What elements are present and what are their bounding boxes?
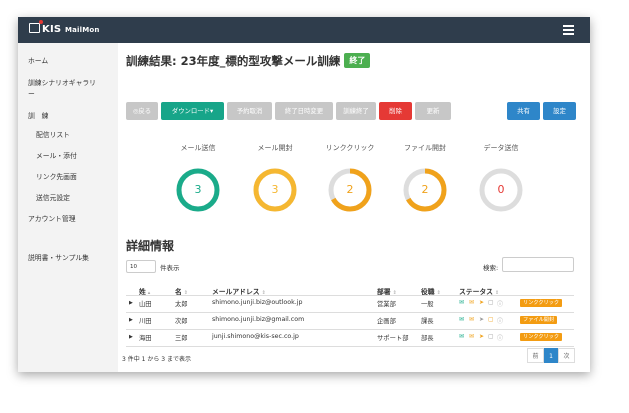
cell-title: 課長 xyxy=(421,318,434,325)
share-button[interactable]: 共有 xyxy=(507,102,540,120)
pointer-click-icon: ➤ xyxy=(479,316,485,323)
back-button[interactable]: ◎戻る xyxy=(126,102,158,120)
gauge-data-sent: 0 xyxy=(478,167,524,213)
top-navbar: KIS MailMon xyxy=(18,17,590,43)
sidebar-item-distribution-list[interactable]: 配信リスト xyxy=(36,131,70,140)
file-icon: ▢ xyxy=(488,316,494,323)
cell-dept: サポート部 xyxy=(377,335,409,342)
mail-sent-icon: ✉ xyxy=(459,316,465,323)
settings-button[interactable]: 設定 xyxy=(543,102,576,120)
gauge-value: 3 xyxy=(194,183,202,196)
expand-row-icon[interactable]: ▶ xyxy=(129,334,133,340)
status-tag: リンククリック xyxy=(520,299,563,307)
app-logo[interactable]: KIS MailMon xyxy=(29,20,100,35)
page-title-text: 訓練結果: 23年度_標的型攻撃メール訓練 xyxy=(126,54,341,68)
file-icon: ▢ xyxy=(488,333,494,340)
cell-last-name: 海田 xyxy=(139,335,152,342)
mail-open-icon: ✉ xyxy=(469,333,475,340)
main-content: 訓練結果: 23年度_標的型攻撃メール訓練 終了 ◎戻る ダウンロード▾ 予約取消… xyxy=(118,43,590,372)
search-label: 検索: xyxy=(483,264,499,272)
update-button[interactable]: 更新 xyxy=(415,102,451,120)
row-divider xyxy=(126,346,574,347)
cell-title: 部長 xyxy=(421,335,434,342)
mail-logo-icon xyxy=(29,20,43,33)
expand-row-icon[interactable]: ▶ xyxy=(129,300,133,306)
cell-last-name: 山田 xyxy=(139,301,152,308)
pager-next-button[interactable]: 次 xyxy=(558,348,575,363)
mail-sent-icon: ✉ xyxy=(459,333,465,340)
sidebar-item-mail-attachment[interactable]: メール・添付 xyxy=(36,152,77,161)
mail-sent-icon: ✉ xyxy=(459,299,465,306)
info-icon: ⓘ xyxy=(497,335,504,342)
details-heading: 詳細情報 xyxy=(126,239,175,253)
gauge-link-click: 2 xyxy=(327,167,373,213)
pager-prev-button[interactable]: 前 xyxy=(527,348,544,363)
status-tag: ファイル開封 xyxy=(520,316,558,324)
expand-row-icon[interactable]: ▶ xyxy=(129,317,133,323)
gauge-file-opened: 2 xyxy=(402,167,448,213)
delete-button[interactable]: 削除 xyxy=(379,102,412,120)
row-divider xyxy=(126,312,574,313)
cell-dept: 営業部 xyxy=(377,301,396,308)
status-badge: 終了 xyxy=(344,53,371,68)
cell-dept: 企画部 xyxy=(377,318,396,325)
status-tag: リンククリック xyxy=(520,333,563,341)
file-icon: ▢ xyxy=(488,299,494,306)
cell-last-name: 川田 xyxy=(139,318,152,325)
search-input[interactable] xyxy=(502,257,574,272)
pager-page-1[interactable]: 1 xyxy=(544,348,558,363)
page-title: 訓練結果: 23年度_標的型攻撃メール訓練 終了 xyxy=(126,53,371,69)
sidebar-item-sender-settings[interactable]: 送信元設定 xyxy=(36,194,70,203)
gauge-mail-opened: 3 xyxy=(252,167,298,213)
sidebar-item-link-page[interactable]: リンク先画面 xyxy=(36,173,77,182)
brand-name: KIS xyxy=(42,24,62,35)
row-divider xyxy=(126,329,574,330)
gauge-value: 3 xyxy=(271,183,279,196)
stat-label-mail-opened: メール開封 xyxy=(257,144,293,152)
stat-label-link-click: リンククリック xyxy=(325,144,375,152)
brand-sub: MailMon xyxy=(64,26,100,34)
pointer-click-icon: ➤ xyxy=(479,333,485,340)
hamburger-menu-icon[interactable] xyxy=(563,25,574,35)
gauge-value: 2 xyxy=(346,183,354,196)
table-info: 3 件中 1 から 3 まで表示 xyxy=(122,356,191,363)
table-header-divider xyxy=(126,295,574,296)
download-button[interactable]: ダウンロード▾ xyxy=(161,102,224,120)
pointer-click-icon: ➤ xyxy=(479,299,485,306)
mail-open-icon: ✉ xyxy=(469,299,475,306)
sidebar-item-scenario-gallery[interactable]: 訓練シナリオギャラリ xyxy=(28,79,96,88)
info-icon: ⓘ xyxy=(497,318,504,325)
sidebar-item-scenario-gallery-wrap[interactable]: ー xyxy=(28,90,35,99)
cell-first-name: 三郎 xyxy=(175,335,188,342)
per-page-label: 件表示 xyxy=(160,264,180,272)
cell-email: junji.shimono@kis-sec.co.jp xyxy=(212,333,299,340)
mail-open-icon: ✉ xyxy=(469,316,475,323)
gauge-mail-sent: 3 xyxy=(175,167,221,213)
cancel-schedule-button[interactable]: 予約取消 xyxy=(227,102,272,120)
stat-label-mail-sent: メール送信 xyxy=(180,144,216,152)
per-page-select[interactable]: 10 xyxy=(126,260,156,273)
stat-label-data-sent: データ送信 xyxy=(483,144,519,152)
change-end-date-button[interactable]: 終了日時変更 xyxy=(275,102,333,120)
cell-email: shimono.junji.biz@gmail.com xyxy=(212,316,305,323)
cell-email: shimono.junji.biz@outlook.jp xyxy=(212,299,303,306)
cell-first-name: 次郎 xyxy=(175,318,188,325)
app-window: KIS MailMon ホーム 訓練シナリオギャラリ ー 訓 練 配信リスト メ… xyxy=(18,17,590,372)
gauge-value: 2 xyxy=(421,183,429,196)
sidebar-item-account[interactable]: アカウント管理 xyxy=(28,215,76,224)
sidebar-item-manual[interactable]: 説明書・サンプル集 xyxy=(28,254,89,263)
stat-label-file-opened: ファイル開封 xyxy=(404,144,446,152)
sidebar: ホーム 訓練シナリオギャラリ ー 訓 練 配信リスト メール・添付 リンク先画面… xyxy=(18,43,118,372)
sidebar-item-training[interactable]: 訓 練 xyxy=(28,112,48,121)
gauge-value: 0 xyxy=(497,183,505,196)
end-training-button[interactable]: 訓練終了 xyxy=(336,102,376,120)
info-icon: ⓘ xyxy=(497,301,504,308)
cell-title: 一般 xyxy=(421,301,434,308)
sidebar-item-home[interactable]: ホーム xyxy=(28,57,48,66)
cell-first-name: 太郎 xyxy=(175,301,188,308)
